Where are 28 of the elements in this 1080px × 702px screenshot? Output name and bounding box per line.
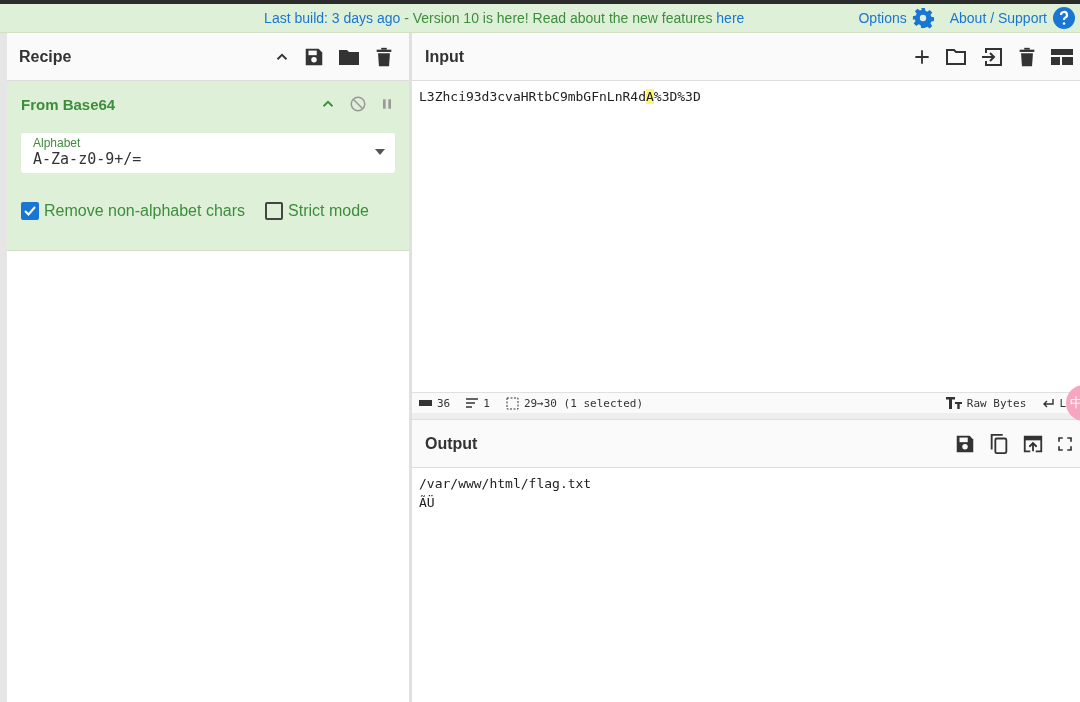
encoding-label[interactable]: Raw Bytes bbox=[966, 396, 1027, 410]
output-text: /var/www/html/flag.txt ÃÜ bbox=[418, 475, 593, 512]
caret-icon bbox=[375, 149, 385, 155]
help-icon[interactable] bbox=[1052, 6, 1076, 30]
output-title: Output bbox=[425, 434, 479, 453]
operation-name: From Base64 bbox=[21, 95, 117, 113]
options-link[interactable]: Options bbox=[858, 7, 934, 29]
about-link[interactable]: About / Support bbox=[949, 6, 1076, 30]
settings-icon[interactable] bbox=[911, 7, 934, 29]
checkbox-option[interactable]: Remove non-alphabet chars bbox=[21, 202, 245, 220]
line-count: 1 bbox=[483, 396, 490, 410]
checkbox[interactable] bbox=[21, 202, 39, 220]
return-icon bbox=[1042, 398, 1055, 408]
lines-icon bbox=[466, 398, 479, 408]
selection-icon bbox=[505, 396, 519, 410]
eol-label[interactable]: L bbox=[1059, 396, 1066, 410]
text-size-icon bbox=[945, 397, 962, 409]
alphabet-dropdown[interactable]: Alphabet A-Za-z0-9+/= bbox=[21, 133, 395, 173]
fullscreen-icon[interactable] bbox=[1056, 434, 1074, 453]
copy-icon[interactable] bbox=[988, 432, 1010, 455]
characters-icon bbox=[419, 400, 432, 406]
recipe-title: Recipe bbox=[19, 47, 73, 66]
checkbox[interactable] bbox=[265, 202, 283, 220]
checkbox-option[interactable]: Strict mode bbox=[265, 202, 369, 220]
update-banner-text: Last build: 3 days ago - Version 10 is here! Read about the new features here bbox=[263, 10, 746, 26]
selection-range: 29→30 (1 selected) bbox=[523, 396, 644, 410]
input-title: Input bbox=[425, 47, 466, 66]
length-count: 36 bbox=[437, 396, 451, 410]
